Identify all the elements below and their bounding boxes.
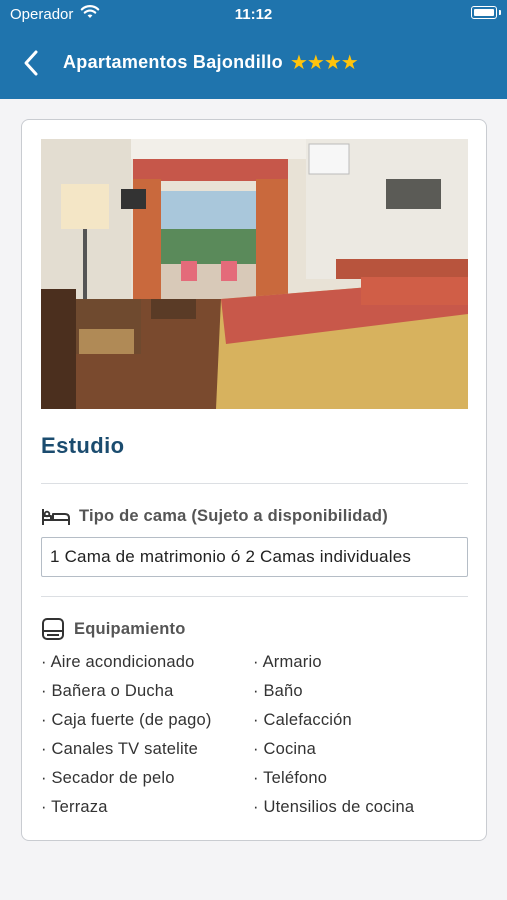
clock: 11:12 xyxy=(234,6,273,23)
amenity-item: · Cocina xyxy=(253,740,317,758)
amenity-item: · Caja fuerte (de pago) xyxy=(41,711,212,729)
bed-type-label: Tipo de cama (Sujeto a disponibilidad) xyxy=(79,507,388,525)
nav-bar: Apartamentos Bajondillo ★★★★ xyxy=(0,38,507,88)
amenity-item: · Aire acondicionado xyxy=(41,653,195,671)
star-rating: ★★★★ xyxy=(290,52,359,74)
divider xyxy=(41,483,468,484)
room-card: Estudio Tipo de cama (Sujeto a disponibi… xyxy=(21,119,487,841)
amenity-item: · Teléfono xyxy=(253,769,328,787)
status-bar: Operador 11:12 xyxy=(0,0,507,30)
battery-icon xyxy=(471,6,501,19)
room-type-title: Estudio xyxy=(41,433,125,458)
back-button[interactable] xyxy=(18,48,46,78)
bed-type-value: 1 Cama de matrimonio ó 2 Camas individua… xyxy=(41,537,468,577)
room-photo xyxy=(41,139,468,409)
bed-icon xyxy=(42,509,70,525)
amenity-item: · Secador de pelo xyxy=(41,769,175,787)
amenity-item: · Utensilios de cocina xyxy=(253,798,415,816)
amenity-item: · Bañera o Ducha xyxy=(41,682,174,700)
page-title: Apartamentos Bajondillo xyxy=(63,52,283,72)
equipment-icon xyxy=(42,618,64,640)
divider xyxy=(41,596,468,597)
amenity-item: · Calefacción xyxy=(253,711,352,729)
amenity-item: · Terraza xyxy=(41,798,108,816)
app-header: Operador 11:12 Apartamentos Bajondillo ★… xyxy=(0,0,507,99)
chevron-left-icon xyxy=(24,50,38,76)
amenity-item: · Armario xyxy=(253,653,322,671)
amenity-item: · Baño xyxy=(253,682,303,700)
amenity-item: · Canales TV satelite xyxy=(41,740,199,758)
equipment-label: Equipamiento xyxy=(74,620,186,638)
